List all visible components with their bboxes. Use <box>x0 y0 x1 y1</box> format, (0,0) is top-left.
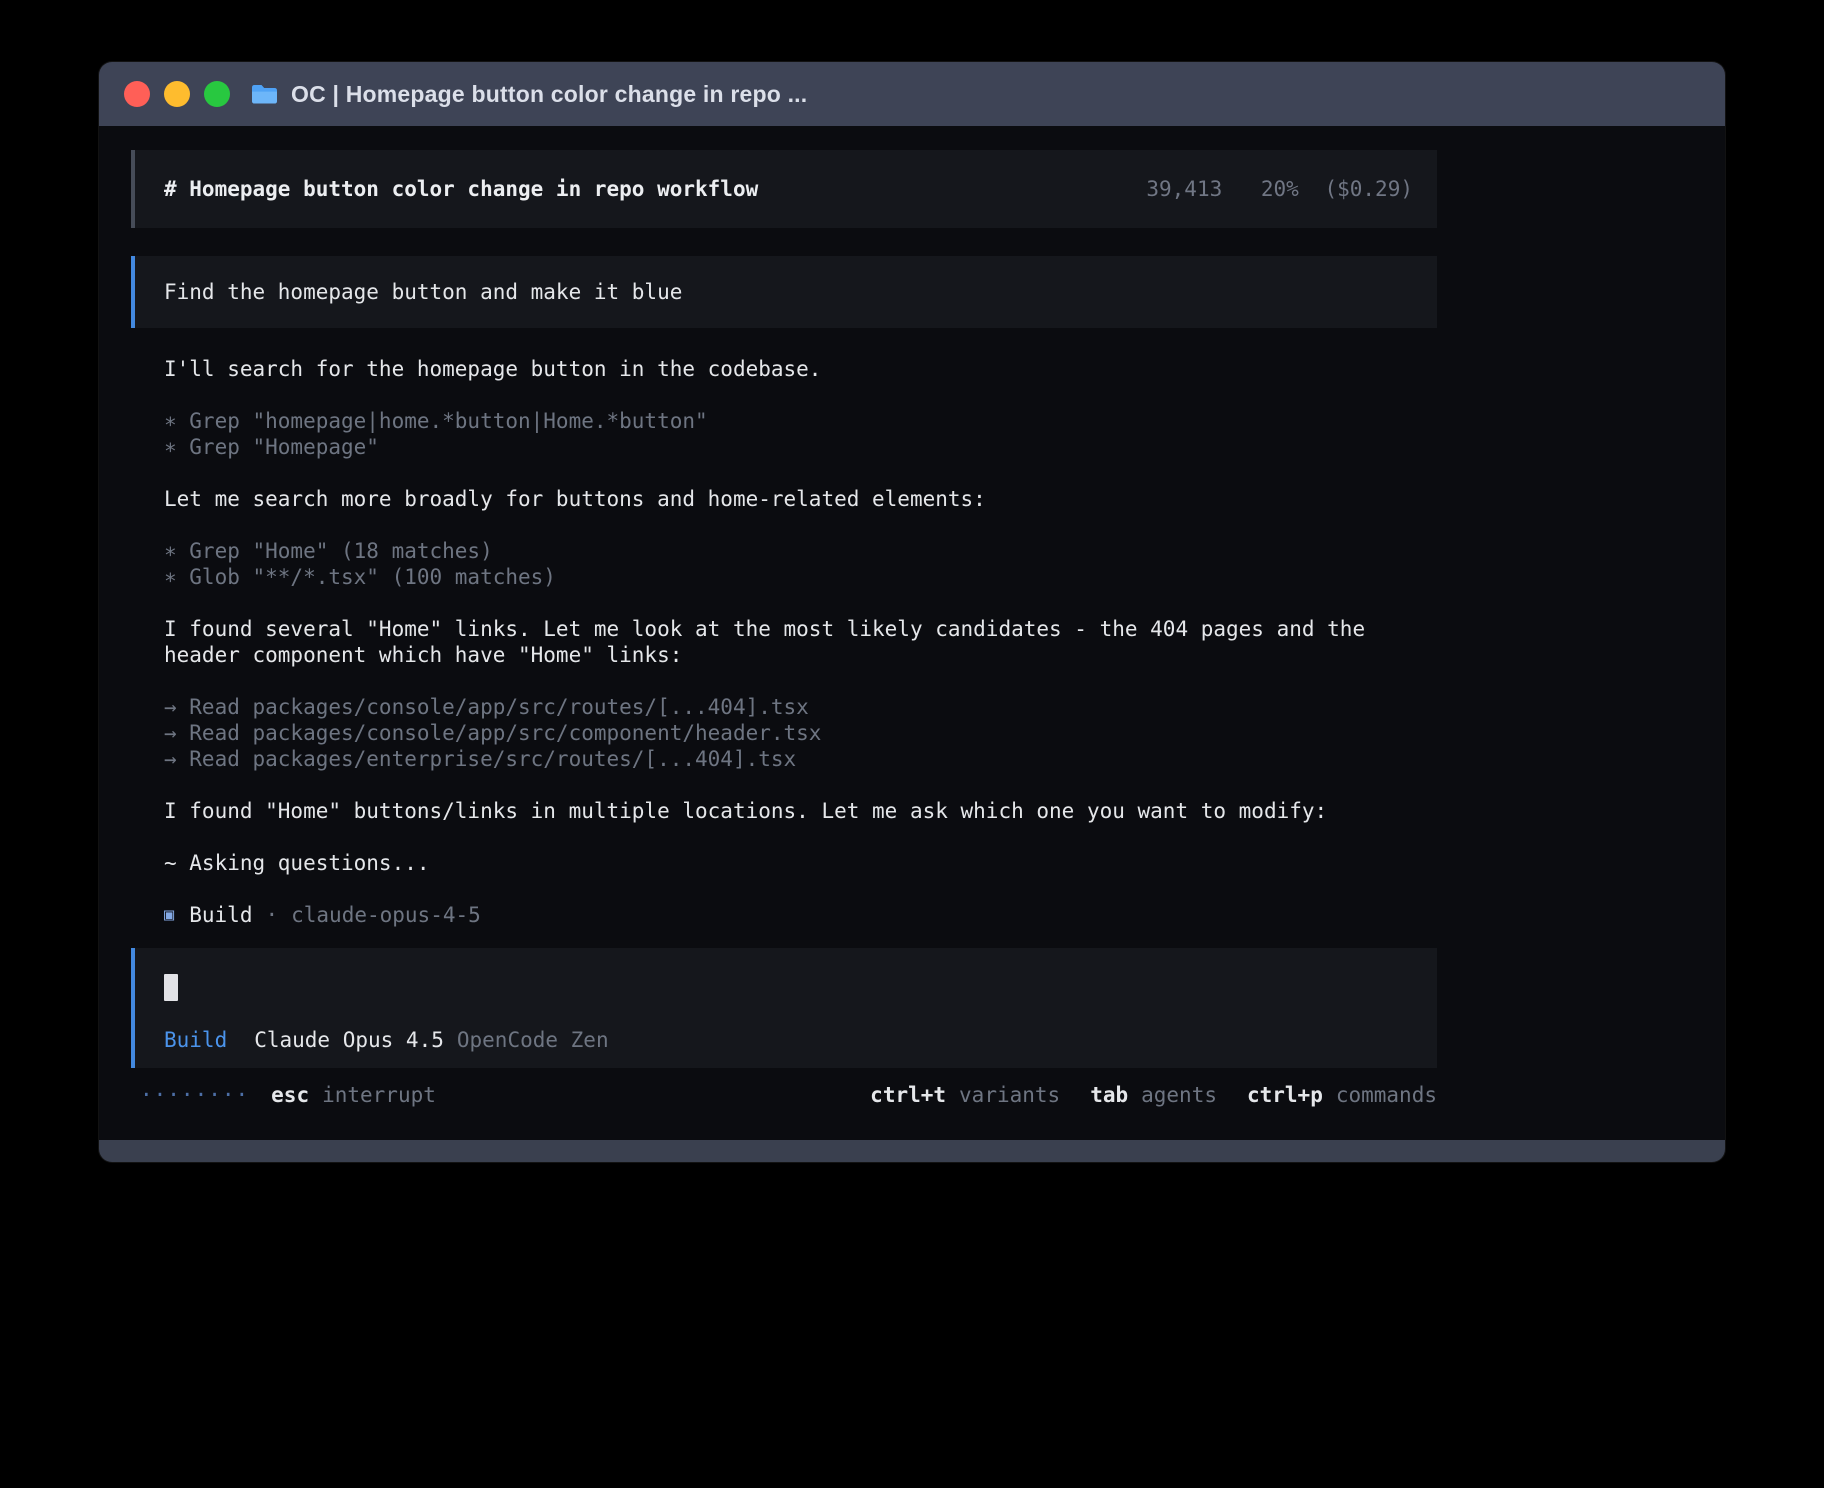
provider-name: OpenCode Zen <box>457 1027 609 1053</box>
model-name: Claude Opus 4.5 <box>254 1027 444 1053</box>
spinner-dots: ········ <box>131 1082 249 1108</box>
hint-key: ctrl+p <box>1247 1082 1323 1108</box>
hints-right-group: ctrl+t variants tab agents ctrl+p comman… <box>870 1082 1437 1108</box>
hint-label: agents <box>1141 1082 1217 1108</box>
hint-key: ctrl+t <box>870 1082 946 1108</box>
assistant-response: I'll search for the homepage button in t… <box>131 356 1437 928</box>
session-header: # Homepage button color change in repo w… <box>131 150 1437 228</box>
agent-status-line: ▣ Build · claude-opus-4-5 <box>164 902 1437 928</box>
assistant-working-text: ~ Asking questions... <box>164 850 1437 876</box>
hint-agents: tab agents <box>1090 1082 1217 1108</box>
tool-call-group: ∗ Grep "homepage|home.*button|Home.*butt… <box>164 408 1437 460</box>
window-bottom-edge <box>99 1140 1725 1162</box>
agent-model: claude-opus-4-5 <box>291 902 481 928</box>
close-button[interactable] <box>124 81 150 107</box>
hint-interrupt: esc interrupt <box>271 1082 436 1108</box>
terminal-content: # Homepage button color change in repo w… <box>99 126 1725 1140</box>
agent-icon: ▣ <box>164 902 174 928</box>
assistant-text: I found several "Home" links. Let me loo… <box>164 616 1437 668</box>
session-stats: 39,413 20% ($0.29) <box>1146 176 1413 202</box>
context-percent: 20% <box>1261 177 1299 201</box>
tool-call-grep: ∗ Grep "homepage|home.*button|Home.*butt… <box>164 408 1437 434</box>
tool-call-glob: ∗ Glob "**/*.tsx" (100 matches) <box>164 564 1437 590</box>
token-count: 39,413 <box>1146 177 1222 201</box>
tool-call-group: ∗ Grep "Home" (18 matches) ∗ Glob "**/*.… <box>164 538 1437 590</box>
window-titlebar[interactable]: OC | Homepage button color change in rep… <box>99 62 1725 126</box>
separator-dot: · <box>265 902 278 928</box>
hint-label: interrupt <box>322 1082 436 1108</box>
folder-icon <box>251 83 278 105</box>
hint-label: commands <box>1336 1082 1437 1108</box>
status-bar: ········ esc interrupt ctrl+t variants t… <box>131 1082 1437 1108</box>
user-message: Find the homepage button and make it blu… <box>131 256 1437 328</box>
prompt-input[interactable]: Build Claude Opus 4.5 OpenCode Zen <box>131 948 1437 1068</box>
window-title: OC | Homepage button color change in rep… <box>291 81 807 108</box>
tool-call-read: → Read packages/console/app/src/routes/[… <box>164 694 1437 720</box>
input-meta-row: Build Claude Opus 4.5 OpenCode Zen <box>164 1027 1413 1053</box>
hint-label: variants <box>959 1082 1060 1108</box>
zoom-button[interactable] <box>204 81 230 107</box>
terminal-window: OC | Homepage button color change in rep… <box>99 62 1725 1162</box>
tool-call-read: → Read packages/enterprise/src/routes/[.… <box>164 746 1437 772</box>
assistant-text: I found "Home" buttons/links in multiple… <box>164 798 1437 824</box>
user-message-text: Find the homepage button and make it blu… <box>164 279 682 305</box>
assistant-text: Let me search more broadly for buttons a… <box>164 486 1437 512</box>
tool-call-grep: ∗ Grep "Homepage" <box>164 434 1437 460</box>
hint-key: esc <box>271 1082 309 1108</box>
text-cursor <box>164 974 178 1001</box>
minimize-button[interactable] <box>164 81 190 107</box>
hint-commands: ctrl+p commands <box>1247 1082 1437 1108</box>
tool-call-grep: ∗ Grep "Home" (18 matches) <box>164 538 1437 564</box>
agent-name: Build <box>189 902 252 928</box>
assistant-text: I'll search for the homepage button in t… <box>164 356 1437 382</box>
window-controls <box>124 81 230 107</box>
agent-selector[interactable]: Build <box>164 1027 227 1053</box>
tool-call-group: → Read packages/console/app/src/routes/[… <box>164 694 1437 772</box>
session-title: # Homepage button color change in repo w… <box>164 176 758 202</box>
tool-call-read: → Read packages/console/app/src/componen… <box>164 720 1437 746</box>
hint-variants: ctrl+t variants <box>870 1082 1060 1108</box>
hint-key: tab <box>1090 1082 1128 1108</box>
session-cost: ($0.29) <box>1324 177 1413 201</box>
